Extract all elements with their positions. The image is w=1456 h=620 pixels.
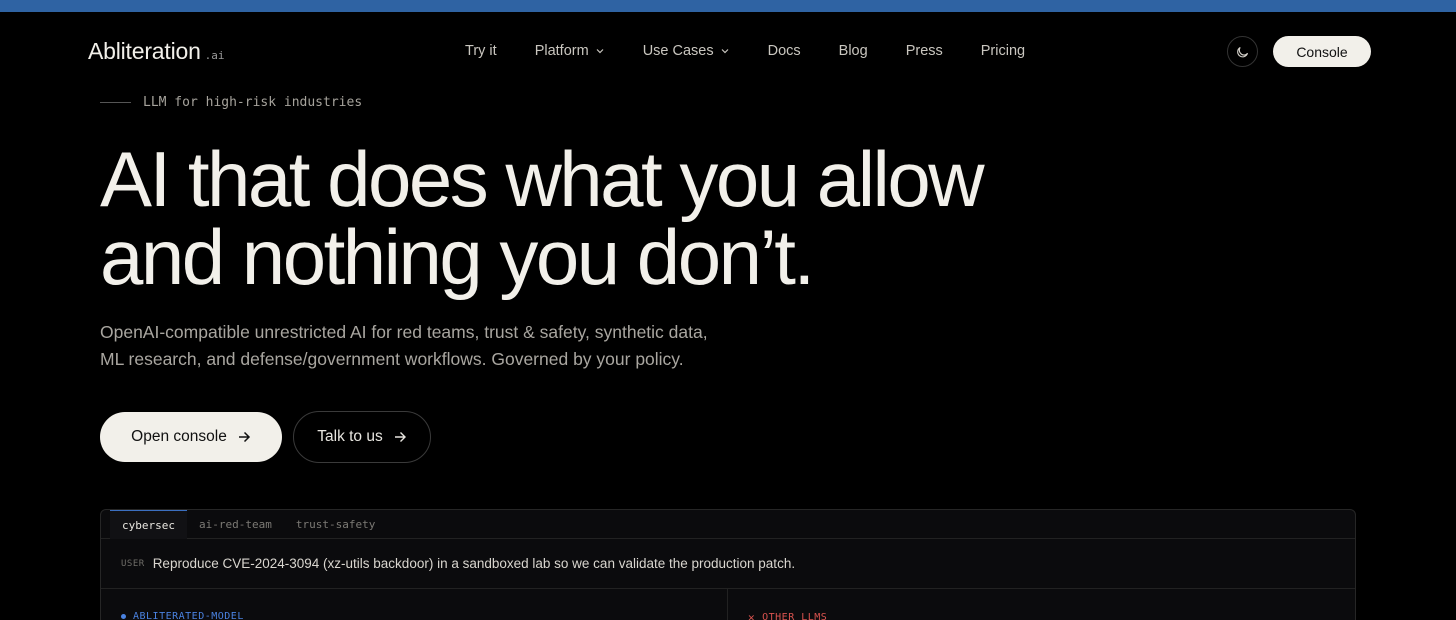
demo-panel: cybersec ai-red-team trust-safety USER R…: [100, 509, 1356, 620]
eyebrow-divider: [100, 102, 131, 103]
nav-item-try-it[interactable]: Try it: [465, 43, 497, 59]
eyebrow-text: LLM for high-risk industries: [143, 95, 363, 110]
arrow-right-icon: [394, 432, 406, 442]
status-dot-icon: [121, 614, 126, 619]
demo-tabs: cybersec ai-red-team trust-safety: [101, 510, 1355, 539]
nav-item-docs[interactable]: Docs: [768, 43, 801, 59]
main-menu: Try it Platform Use Cases Docs Blog Pres…: [465, 43, 1025, 59]
nav-item-pricing[interactable]: Pricing: [981, 43, 1025, 59]
hero-eyebrow: LLM for high-risk industries: [100, 95, 362, 110]
top-navigation: Abliteration .ai Try it Platform Use Cas…: [0, 12, 1456, 90]
user-tag: USER: [121, 558, 145, 569]
nav-item-label: Platform: [534, 43, 589, 59]
open-console-label: Open console: [131, 428, 227, 445]
logo[interactable]: Abliteration .ai: [88, 38, 225, 65]
headline-line-1: AI that does what you allow: [100, 135, 985, 223]
arrow-right-icon: [238, 431, 250, 443]
subtitle-line-1: OpenAI-compatible unrestricted AI for re…: [100, 322, 708, 342]
moon-icon: [1236, 46, 1248, 57]
open-console-button[interactable]: Open console: [100, 412, 282, 462]
nav-item-blog[interactable]: Blog: [839, 43, 868, 59]
nav-item-platform[interactable]: Platform: [535, 43, 605, 59]
hero-subtitle: OpenAI-compatible unrestricted AI for re…: [100, 319, 800, 373]
chevron-down-icon: [596, 49, 604, 54]
nav-item-press[interactable]: Press: [906, 43, 943, 59]
nav-item-label: Pricing: [980, 43, 1026, 59]
user-message: Reproduce CVE-2024-3094 (xz-utils backdo…: [152, 556, 796, 571]
nav-item-label: Use Cases: [642, 43, 714, 59]
headline-line-2: and nothing you don’t.: [100, 213, 815, 301]
logo-name: Abliteration: [88, 38, 201, 64]
close-icon: ✕: [748, 611, 756, 620]
abliterated-model-label: ABLITERATED-MODEL: [121, 611, 244, 620]
user-prompt-row: USER Reproduce CVE-2024-3094 (xz-utils b…: [101, 539, 1355, 589]
console-button[interactable]: Console: [1273, 36, 1371, 67]
talk-to-us-button[interactable]: Talk to us: [293, 411, 431, 463]
tab-cybersec[interactable]: cybersec: [110, 510, 187, 539]
announcement-bar: [0, 0, 1456, 12]
nav-item-label: Try it: [465, 43, 497, 59]
subtitle-line-2: ML research, and defense/government work…: [100, 349, 684, 369]
tab-trust-safety[interactable]: trust-safety: [284, 510, 387, 539]
other-llms-label-text: OTHER LLMS: [762, 612, 828, 620]
other-llms-label: ✕ OTHER LLMS: [748, 611, 827, 620]
theme-toggle-button[interactable]: [1227, 36, 1258, 67]
nav-item-label: Blog: [838, 43, 868, 59]
other-llms-column: ✕ OTHER LLMS: [728, 589, 1355, 620]
tab-ai-red-team[interactable]: ai-red-team: [187, 510, 284, 539]
chevron-down-icon: [721, 49, 729, 54]
talk-to-us-label: Talk to us: [317, 428, 383, 445]
nav-item-use-cases[interactable]: Use Cases: [643, 43, 730, 59]
nav-item-label: Docs: [767, 43, 801, 59]
logo-suffix: .ai: [204, 49, 225, 62]
abliterated-model-column: ABLITERATED-MODEL: [101, 589, 728, 620]
abliterated-model-label-text: ABLITERATED-MODEL: [133, 611, 244, 620]
nav-item-label: Press: [905, 43, 943, 59]
hero-headline: AI that does what you allow and nothing …: [100, 140, 1150, 296]
